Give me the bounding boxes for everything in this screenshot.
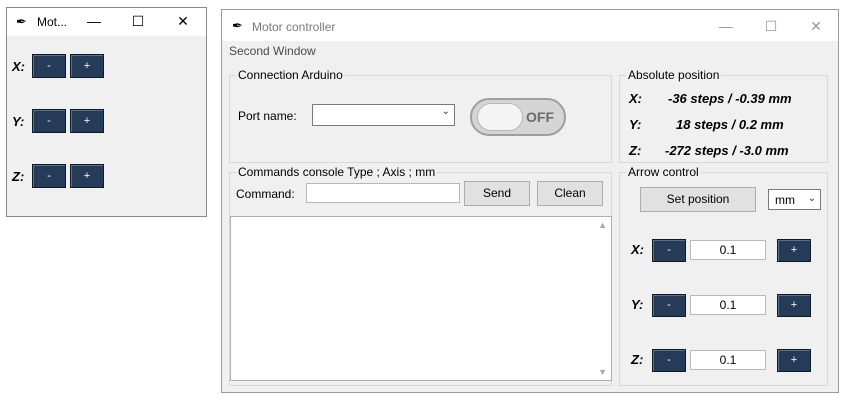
- menubar: Second Window: [222, 41, 838, 61]
- small-window-title: Mot...: [37, 15, 68, 29]
- arrow-control-group: Arrow control Set position mm ⌄ X: - 0.1…: [619, 165, 828, 386]
- scroll-up-icon[interactable]: ▲: [598, 220, 607, 230]
- scroll-down-icon[interactable]: ▼: [598, 367, 607, 377]
- command-label: Command:: [236, 187, 295, 201]
- arrow-z-minus-button[interactable]: -: [652, 349, 686, 372]
- axis-label-y: Y:: [12, 114, 25, 129]
- close-icon[interactable]: ✕: [172, 11, 194, 31]
- y-plus-button[interactable]: +: [70, 109, 104, 133]
- arrow-axis-x: X:: [631, 242, 644, 257]
- unit-select-value: mm: [775, 193, 795, 207]
- connection-toggle[interactable]: OFF: [470, 98, 566, 136]
- menu-item-second-window[interactable]: Second Window: [229, 44, 316, 58]
- minimize-icon[interactable]: —: [83, 11, 105, 31]
- abs-value-x: -36 steps / -0.39 mm: [668, 91, 792, 106]
- arrow-axis-z: Z:: [631, 352, 644, 367]
- axis-label-z: Z:: [12, 169, 25, 184]
- arrow-x-minus-button[interactable]: -: [652, 239, 686, 262]
- abs-axis-y: Y:: [629, 117, 642, 132]
- x-minus-button[interactable]: -: [32, 54, 66, 78]
- y-minus-button[interactable]: -: [32, 109, 66, 133]
- close-icon[interactable]: ✕: [804, 16, 828, 36]
- port-name-label: Port name:: [238, 109, 297, 123]
- arrow-y-minus-button[interactable]: -: [652, 294, 686, 317]
- feather-icon: ✒: [232, 18, 243, 33]
- set-position-button[interactable]: Set position: [640, 187, 756, 212]
- absolute-position-group: Absolute position X: -36 steps / -0.39 m…: [619, 68, 828, 163]
- arrow-x-plus-button[interactable]: +: [777, 239, 811, 262]
- small-row-x: X: - +: [7, 54, 197, 78]
- console-group-label: Commands console Type ; Axis ; mm: [236, 165, 438, 179]
- small-window: ✒ Mot... — ☐ ✕ X: - + Y: - + Z: - +: [6, 7, 207, 217]
- small-window-titlebar[interactable]: ✒ Mot... — ☐ ✕: [7, 8, 206, 36]
- arrow-y-step-input[interactable]: 0.1: [690, 295, 766, 315]
- small-row-z: Z: - +: [7, 164, 197, 188]
- absolute-position-group-label: Absolute position: [626, 68, 722, 82]
- abs-value-y: 18 steps / 0.2 mm: [676, 117, 784, 132]
- maximize-icon[interactable]: ☐: [759, 16, 783, 36]
- arrow-x-step-input[interactable]: 0.1: [690, 240, 766, 260]
- arrow-z-plus-button[interactable]: +: [777, 349, 811, 372]
- abs-value-z: -272 steps / -3.0 mm: [665, 143, 789, 158]
- unit-select[interactable]: mm ⌄: [768, 189, 821, 210]
- maximize-icon[interactable]: ☐: [127, 11, 149, 31]
- feather-icon: ✒: [16, 14, 27, 29]
- small-row-y: Y: - +: [7, 109, 197, 133]
- chevron-down-icon[interactable]: ⌄: [442, 106, 450, 117]
- send-button[interactable]: Send: [464, 181, 530, 206]
- connection-group: Connection Arduino Port name: ⌄ OFF: [229, 68, 612, 163]
- main-window-title: Motor controller: [252, 20, 336, 34]
- arrow-axis-y: Y:: [631, 297, 644, 312]
- abs-axis-x: X:: [629, 91, 642, 106]
- axis-label-x: X:: [12, 59, 25, 74]
- main-window-titlebar[interactable]: ✒ Motor controller — ☐ ✕: [222, 10, 838, 41]
- toggle-knob: [477, 103, 523, 131]
- abs-axis-z: Z:: [629, 143, 642, 158]
- toggle-state-label: OFF: [526, 109, 554, 125]
- minimize-icon[interactable]: —: [714, 16, 738, 36]
- z-minus-button[interactable]: -: [32, 164, 66, 188]
- main-window: ✒ Motor controller — ☐ ✕ Second Window C…: [221, 9, 839, 393]
- chevron-down-icon[interactable]: ⌄: [808, 193, 816, 204]
- console-group: Commands console Type ; Axis ; mm Comman…: [229, 165, 612, 386]
- port-name-combobox[interactable]: ⌄: [312, 104, 455, 126]
- arrow-control-group-label: Arrow control: [626, 165, 701, 179]
- command-input[interactable]: [306, 183, 460, 203]
- clean-button[interactable]: Clean: [537, 181, 603, 206]
- x-plus-button[interactable]: +: [70, 54, 104, 78]
- z-plus-button[interactable]: +: [70, 164, 104, 188]
- arrow-y-plus-button[interactable]: +: [777, 294, 811, 317]
- connection-group-label: Connection Arduino: [236, 68, 345, 82]
- console-output[interactable]: ▲ ▼: [230, 216, 612, 381]
- arrow-z-step-input[interactable]: 0.1: [690, 350, 766, 370]
